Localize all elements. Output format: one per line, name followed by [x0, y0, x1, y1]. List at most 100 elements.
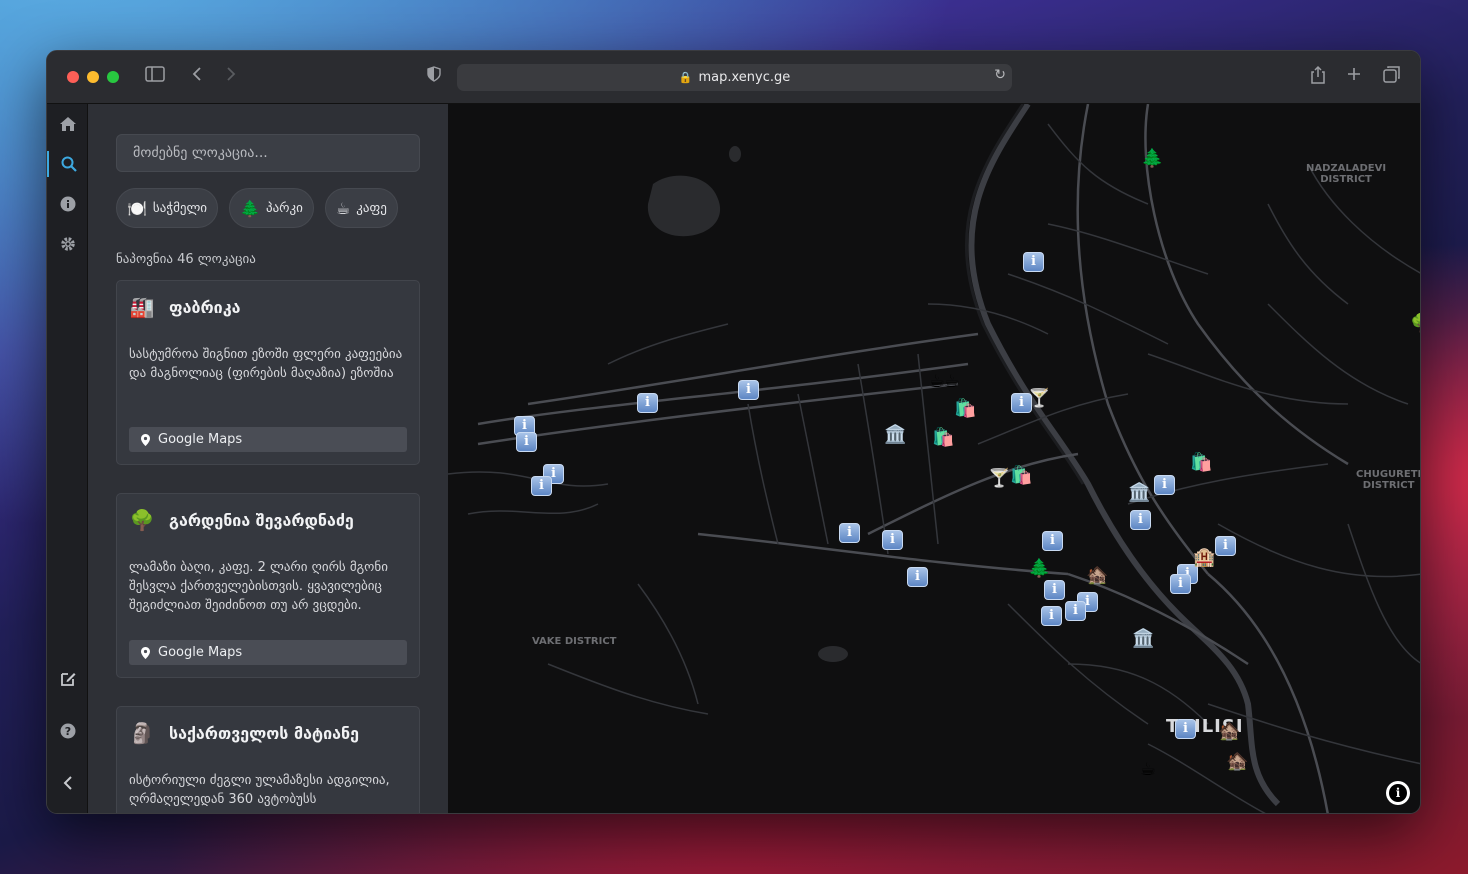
zoom-window-button[interactable] [107, 71, 119, 83]
url-text: map.xenyc.ge [698, 70, 791, 85]
cocktail-icon[interactable]: 🍸 [1028, 389, 1050, 409]
google-maps-label: Google Maps [158, 645, 243, 660]
info-marker-icon[interactable]: i [882, 530, 903, 550]
sidebar-toggle-icon[interactable] [143, 65, 167, 89]
info-marker-icon[interactable]: i [1215, 536, 1236, 556]
district-label: VAKE DISTRICT [532, 636, 617, 647]
info-icon: i [1389, 784, 1407, 802]
info-marker-icon[interactable]: i [1154, 475, 1175, 495]
food-plate-icon: 🍽️ [127, 198, 147, 218]
house-icon[interactable]: 🏚️ [1226, 752, 1248, 772]
monument-icon: 🗿 [129, 721, 155, 745]
card-description: ლამაზი ბაღი, კაფე. 2 ლარი ღირს მგონი შეს… [129, 560, 388, 613]
results-count: ნაპოვნია 46 ლოკაცია [116, 252, 256, 267]
new-tab-icon[interactable] [1342, 65, 1366, 89]
tree-icon: 🌲 [240, 198, 260, 218]
info-marker-icon[interactable]: i [531, 476, 552, 496]
close-window-button[interactable] [67, 71, 79, 83]
location-card[interactable]: 🏭 ფაბრიკა სასტუმროა შიგნით ეზოში ფლერი კ… [116, 280, 420, 465]
cocktail-icon[interactable]: 🍸 [988, 469, 1010, 489]
chip-park[interactable]: 🌲 პარკი [229, 188, 314, 228]
info-marker-icon[interactable]: i [516, 432, 537, 452]
google-maps-button[interactable]: Google Maps [129, 427, 407, 452]
google-maps-button[interactable]: Google Maps [129, 640, 407, 665]
collapse-chevron-icon[interactable] [47, 770, 88, 796]
house-icon[interactable]: 🏚️ [1086, 566, 1108, 586]
coffee-cup-icon: ☕ [335, 198, 351, 218]
back-icon[interactable] [185, 65, 209, 89]
shopping-bag-icon[interactable]: 🛍️ [1190, 453, 1212, 473]
location-sidebar: მოძებნე ლოკაცია... 🍽️ საჭმელი 🌲 პარკი ☕ … [88, 104, 448, 813]
location-card[interactable]: 🗿 საქართველოს მატიანე ისტორიული ძეგლი ულ… [116, 706, 420, 813]
info-marker-icon[interactable]: i [1044, 580, 1065, 600]
coffee-cup-icon[interactable]: ☕ [929, 372, 945, 392]
map-roads-layer [448, 104, 1420, 813]
shopping-bag-icon[interactable]: 🛍️ [932, 428, 954, 448]
park-tree-icon[interactable]: 🌲 [1141, 149, 1163, 169]
share-icon[interactable] [1306, 65, 1330, 89]
chip-label: საჭმელი [152, 200, 208, 216]
museum-icon[interactable]: 🏛️ [1132, 629, 1154, 649]
map-pin-icon [141, 646, 150, 659]
museum-icon[interactable]: 🏛️ [1128, 483, 1150, 503]
chip-food[interactable]: 🍽️ საჭმელი [116, 188, 219, 228]
shopping-bag-icon[interactable]: 🛍️ [954, 399, 976, 419]
deciduous-tree-icon: 🌳 [129, 508, 155, 532]
shopping-bag-icon[interactable]: 🛍️ [1010, 466, 1032, 486]
card-title: გარდენია შევარდნაძე [169, 510, 354, 530]
hotel-icon[interactable]: 🏨 [1193, 548, 1215, 568]
chip-label: პარკი [265, 200, 303, 216]
settings-gear-icon[interactable] [47, 231, 88, 257]
lock-icon: 🔒 [678, 71, 693, 84]
address-bar[interactable]: 🔒 map.xenyc.ge ↻ [457, 64, 1012, 91]
info-icon[interactable] [47, 191, 88, 217]
museum-icon[interactable]: 🏛️ [884, 425, 906, 445]
category-filter-chips: 🍽️ საჭმელი 🌲 პარკი ☕ კაფე [116, 188, 398, 228]
tab-overview-icon[interactable] [1380, 65, 1404, 89]
minimize-window-button[interactable] [87, 71, 99, 83]
svg-text:?: ? [64, 725, 70, 738]
info-marker-icon[interactable]: i [907, 567, 928, 587]
home-icon[interactable] [47, 111, 88, 137]
google-maps-label: Google Maps [158, 432, 243, 447]
factory-icon: 🏭 [129, 295, 155, 319]
edit-icon[interactable] [47, 666, 88, 692]
district-label: NADZALADEVI DISTRICT [1306, 163, 1387, 185]
map-view[interactable]: NADZALADEVI DISTRICT CHUGURETI DISTRICT … [448, 104, 1421, 813]
card-description: ისტორიული ძეგლი ულამაზესი ადგილია, ღრმაღ… [129, 773, 390, 807]
park-tree-icon[interactable]: 🌳 [1410, 314, 1420, 334]
park-tree-icon[interactable]: 🌲 [1028, 559, 1050, 579]
search-icon[interactable] [47, 151, 88, 177]
forward-icon[interactable] [219, 65, 243, 89]
card-description: სასტუმროა შიგნით ეზოში ფლერი კაფეებია და… [129, 347, 403, 381]
info-marker-icon[interactable]: i [738, 380, 759, 400]
info-marker-icon[interactable]: i [1065, 601, 1086, 621]
browser-toolbar: 🔒 map.xenyc.ge ↻ [47, 51, 1420, 104]
location-card[interactable]: 🌳 გარდენია შევარდნაძე ლამაზი ბაღი, კაფე.… [116, 493, 420, 678]
help-icon[interactable]: ? [47, 718, 88, 744]
district-label: CHUGURETI DISTRICT [1356, 469, 1421, 491]
info-marker-icon[interactable]: i [1130, 510, 1151, 530]
map-pin-icon [141, 433, 150, 446]
info-marker-icon[interactable]: i [1023, 252, 1044, 272]
card-title: საქართველოს მატიანე [169, 723, 359, 743]
reload-icon[interactable]: ↻ [994, 67, 1006, 83]
search-placeholder: მოძებნე ლოკაცია... [133, 145, 268, 161]
coffee-cup-icon[interactable]: ☕ [944, 372, 960, 392]
chip-label: კაფე [356, 200, 387, 216]
privacy-shield-icon[interactable] [422, 65, 446, 89]
browser-window: 🔒 map.xenyc.ge ↻ ? მოძებნე ლოკაცია... 🍽️… [46, 50, 1421, 814]
app-nav-rail: ? [47, 104, 88, 813]
info-marker-icon[interactable]: i [1170, 574, 1191, 594]
coffee-cup-icon[interactable]: ☕ [1140, 760, 1156, 780]
map-attribution-button[interactable]: i [1386, 781, 1410, 805]
chip-cafe[interactable]: ☕ კაფე [324, 188, 398, 228]
house-icon[interactable]: 🏚️ [1218, 722, 1240, 742]
info-marker-icon[interactable]: i [1042, 531, 1063, 551]
card-title: ფაბრიკა [169, 297, 241, 317]
info-marker-icon[interactable]: i [637, 393, 658, 413]
info-marker-icon[interactable]: i [839, 523, 860, 543]
info-marker-icon[interactable]: i [1041, 606, 1062, 626]
location-search-input[interactable]: მოძებნე ლოკაცია... [116, 134, 420, 172]
info-marker-icon[interactable]: i [1175, 719, 1196, 739]
